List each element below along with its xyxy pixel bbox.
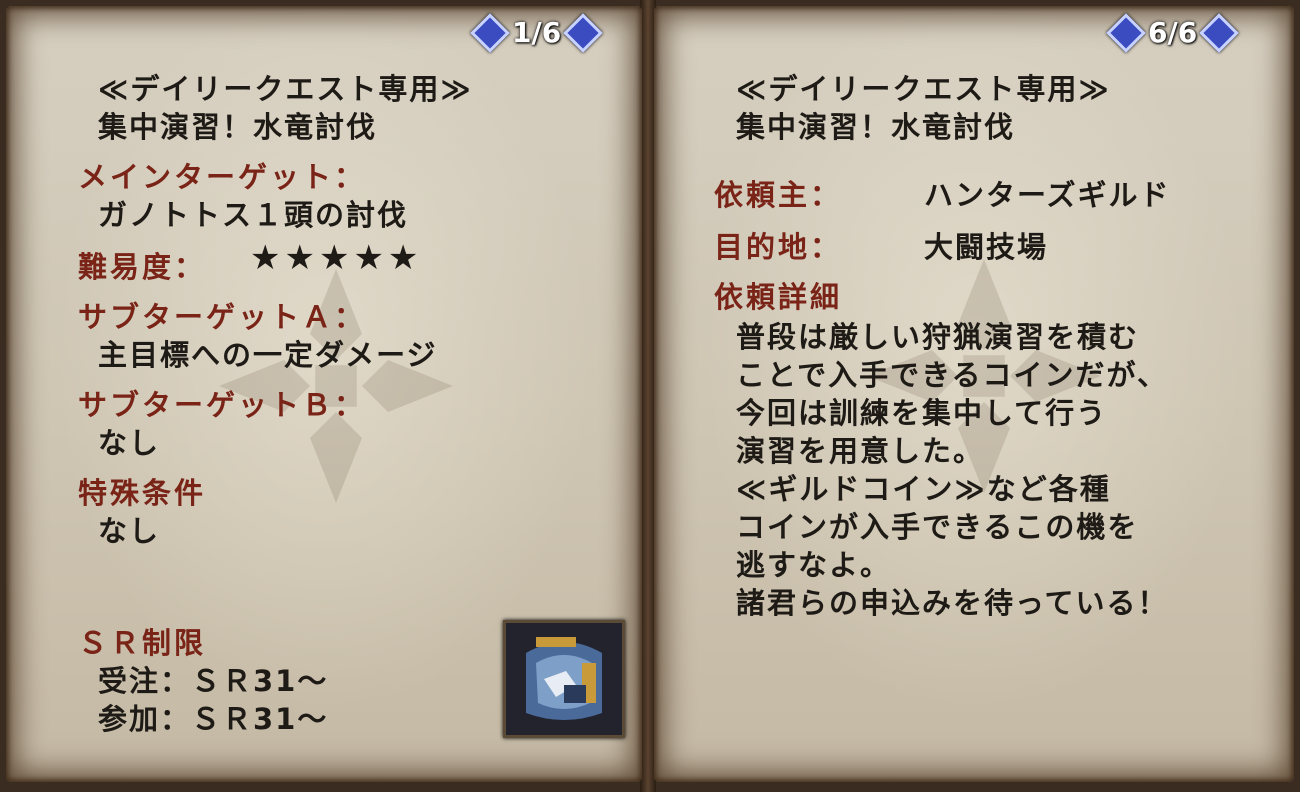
sr-order-limit: 受注：ＳＲ31～: [98, 664, 329, 698]
details-line: 逃すなよ。: [736, 548, 892, 582]
next-page-icon[interactable]: [1199, 12, 1240, 53]
prev-page-icon[interactable]: [470, 12, 510, 53]
main-target-label: メインターゲット：: [78, 160, 367, 194]
quest-title: 集中演習！水竜討伐: [736, 110, 1016, 144]
sub-target-a-label: サブターゲットＡ：: [78, 300, 367, 334]
page-number: 6/6: [1148, 16, 1198, 49]
difficulty-label: 難易度：: [78, 250, 207, 284]
details-label: 依頼詳細: [714, 280, 843, 314]
quest-page-summary: 1/6 ≪デイリークエスト専用≫ 集中演習！水竜討伐 メインターゲット： ガノト…: [6, 6, 642, 782]
main-target-value: ガノトトス１頭の討伐: [98, 198, 409, 232]
quest-page-details: 6/6 ≪デイリークエスト専用≫ 集中演習！水竜討伐 依頼主： ハンターズギルド…: [654, 6, 1294, 782]
quest-title: 集中演習！水竜討伐: [98, 110, 378, 144]
sr-join-limit: 参加：ＳＲ31～: [98, 702, 329, 736]
difficulty-stars: ★★★★★: [250, 238, 423, 278]
page-indicator: 1/6: [470, 12, 604, 53]
quest-title-prefix: ≪デイリークエスト専用≫: [98, 72, 473, 106]
details-line: ことで入手できるコインだが、: [736, 358, 1168, 392]
client-label: 依頼主：: [714, 178, 843, 212]
quest-title-prefix: ≪デイリークエスト専用≫: [736, 72, 1111, 106]
destination-label: 目的地：: [714, 230, 843, 264]
sub-target-a-value: 主目標への一定ダメージ: [98, 338, 438, 372]
sr-limit-label: ＳＲ制限: [78, 626, 207, 660]
prev-page-icon[interactable]: [1106, 12, 1146, 53]
destination-value: 大闘技場: [924, 230, 1049, 264]
client-value: ハンターズギルド: [924, 178, 1171, 212]
details-line: 普段は厳しい狩猟演習を積む: [736, 320, 1140, 354]
page-number: 1/6: [512, 16, 562, 49]
special-conditions-label: 特殊条件: [78, 476, 207, 510]
page-indicator: 6/6: [1106, 12, 1240, 53]
details-line: コインが入手できるこの機を: [736, 510, 1139, 544]
next-page-icon[interactable]: [563, 12, 604, 53]
details-line: 演習を用意した。: [736, 434, 985, 468]
details-line: ≪ギルドコイン≫など各種: [736, 472, 1111, 506]
sub-target-b-label: サブターゲットＢ：: [78, 388, 367, 422]
sub-target-b-value: なし: [98, 426, 161, 460]
ganotos-monster-icon: [503, 620, 625, 738]
special-conditions-value: なし: [98, 514, 161, 548]
details-line: 今回は訓練を集中して行う: [736, 396, 1108, 430]
details-line: 諸君らの申込みを待っている！: [736, 586, 1169, 620]
